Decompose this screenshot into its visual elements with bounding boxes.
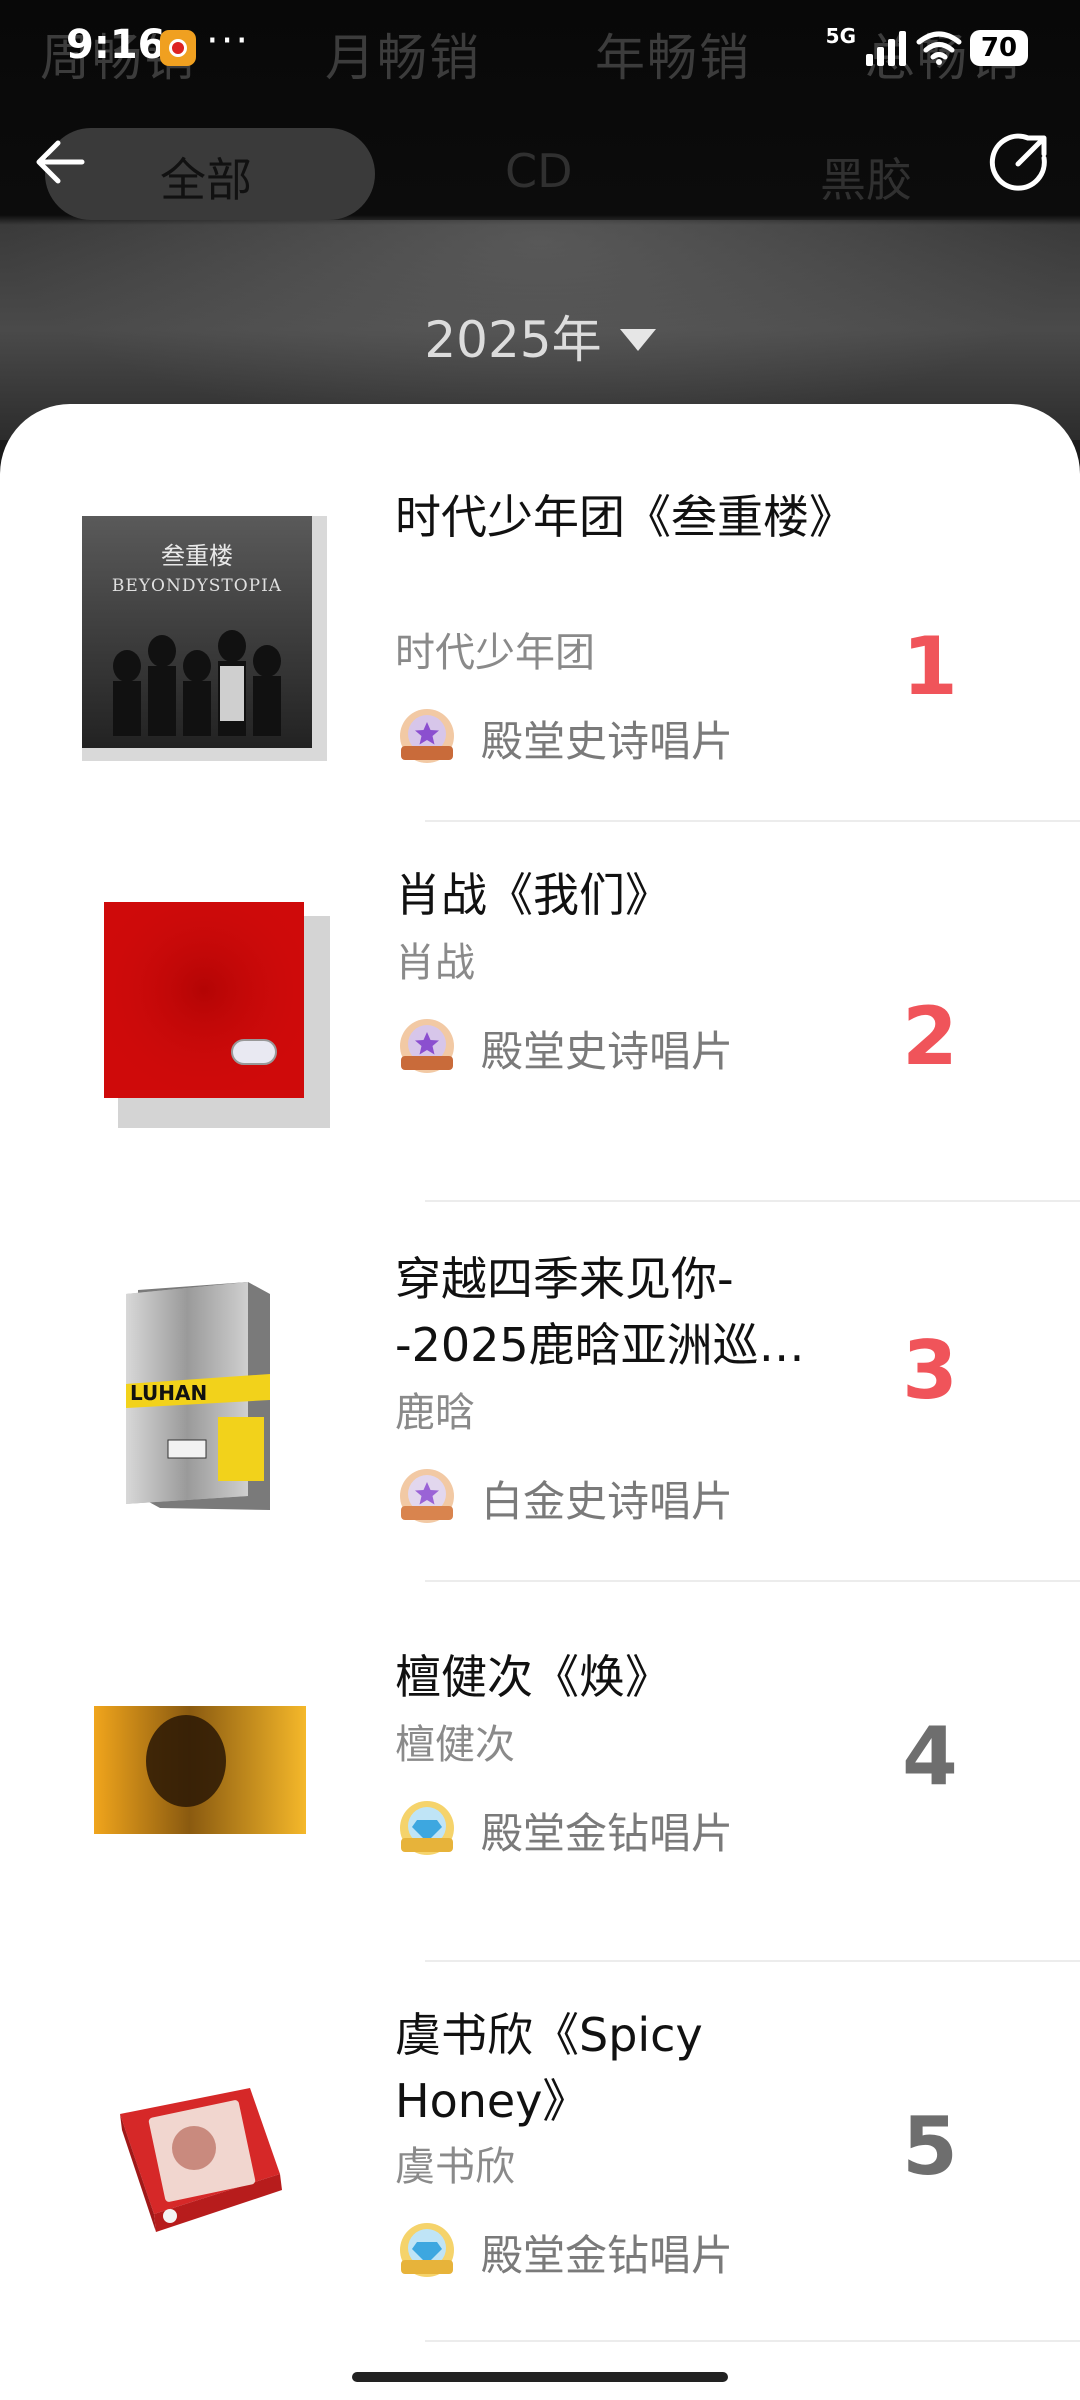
album-cover [94,1706,306,1834]
clock: 9:16 [66,22,166,68]
nav-bar: 全部 CD 黑胶 [0,120,1080,220]
rank-number: 4 [902,1710,958,1803]
artist-name: 鹿晗 [395,1390,475,1436]
signal-icon [866,31,906,66]
rank-number: 2 [902,990,958,1083]
album-cover: LUHAN [120,1282,270,1512]
list-item[interactable]: 叁重楼 BEYONDYSTOPIA 时代少年团《叁重楼》 时代少年团 殿堂史诗唱… [0,470,1080,850]
cover-title: LUHAN [130,1381,207,1405]
cover-subtitle: BEYONDYSTOPIA [112,576,282,596]
list-item[interactable]: 虞书欣《Spicy Honey》 虞书欣 殿堂金钻唱片 5 [0,1990,1080,2370]
status-bar: 周畅销 月畅销 年畅销 总畅销 9:16 ··· 5G 70 [0,0,1080,110]
divider [425,1200,1080,1202]
rank-number: 1 [902,620,958,713]
ranking-list: 叁重楼 BEYONDYSTOPIA 时代少年团《叁重楼》 时代少年团 殿堂史诗唱… [0,404,1080,2400]
list-item[interactable]: 肖战《我们》 肖战 殿堂史诗唱片 2 [0,850,1080,1230]
divider [425,1580,1080,1582]
year-selector[interactable]: 2025年 [0,300,1080,372]
certification-label: 殿堂金钻唱片 [481,2230,734,2280]
home-indicator[interactable] [352,2372,728,2382]
filter-tab-cd[interactable]: CD [505,144,573,198]
artist-name: 时代少年团 [395,630,595,676]
album-cover: 叁重楼 BEYONDYSTOPIA [82,516,327,761]
album-title: 肖战《我们》 [395,868,671,922]
filter-tab-vinyl[interactable]: 黑胶 [820,144,912,210]
artist-name: 檀健次 [395,1722,515,1768]
artist-name: 虞书欣 [395,2144,515,2190]
epic-medal-icon [400,709,454,763]
rank-number: 5 [902,2100,958,2193]
more-notifications-icon: ··· [206,18,251,64]
tab-monthly[interactable]: 月畅销 [325,18,481,90]
share-icon[interactable] [988,130,1052,194]
divider [425,820,1080,822]
certification-label: 殿堂史诗唱片 [481,716,734,766]
epic-medal-icon [400,1019,454,1073]
certification-badge: 殿堂金钻唱片 [395,2220,733,2284]
divider [425,1960,1080,1962]
certification-label: 白金史诗唱片 [481,1476,734,1526]
album-title: 穿越四季来见你--2025鹿晗亚洲巡… [395,1252,805,1372]
album-title: 时代少年团《叁重楼》 [395,490,845,544]
certification-badge: 殿堂金钻唱片 [395,1798,733,1862]
album-title: 檀健次《焕》 [395,1650,671,1704]
certification-label: 殿堂史诗唱片 [481,1026,734,1076]
wifi-icon [916,31,962,65]
app-notification-icon [160,30,196,66]
diamond-medal-icon [400,1801,454,1855]
battery-indicator: 70 [970,30,1028,66]
cover-title: 叁重楼 [161,542,233,570]
album-title: 虞书欣《Spicy Honey》 [395,2008,703,2128]
rank-number: 3 [902,1324,958,1417]
certification-label: 殿堂金钻唱片 [481,1808,734,1858]
epic-medal-icon [400,1469,454,1523]
album-cover [104,902,330,1128]
back-arrow-icon[interactable] [28,130,92,194]
album-cover [116,2078,286,2238]
certification-badge: 殿堂史诗唱片 [395,1016,733,1080]
diamond-medal-icon [400,2223,454,2277]
list-item[interactable]: 檀健次《焕》 檀健次 殿堂金钻唱片 4 [0,1610,1080,1990]
filter-tab-all[interactable]: 全部 [160,144,252,210]
artist-name: 肖战 [395,940,475,986]
network-type: 5G [825,24,856,48]
dropdown-caret-icon [619,328,656,351]
certification-badge: 殿堂史诗唱片 [395,706,733,770]
year-label: 2025年 [424,311,602,369]
list-item[interactable]: LUHAN 穿越四季来见你--2025鹿晗亚洲巡… 鹿晗 白金史诗唱片 3 [0,1230,1080,1610]
system-icons: 5G 70 [825,24,1028,70]
tab-yearly[interactable]: 年畅销 [595,18,751,90]
certification-badge: 白金史诗唱片 [395,1466,733,1530]
divider [425,2340,1080,2342]
